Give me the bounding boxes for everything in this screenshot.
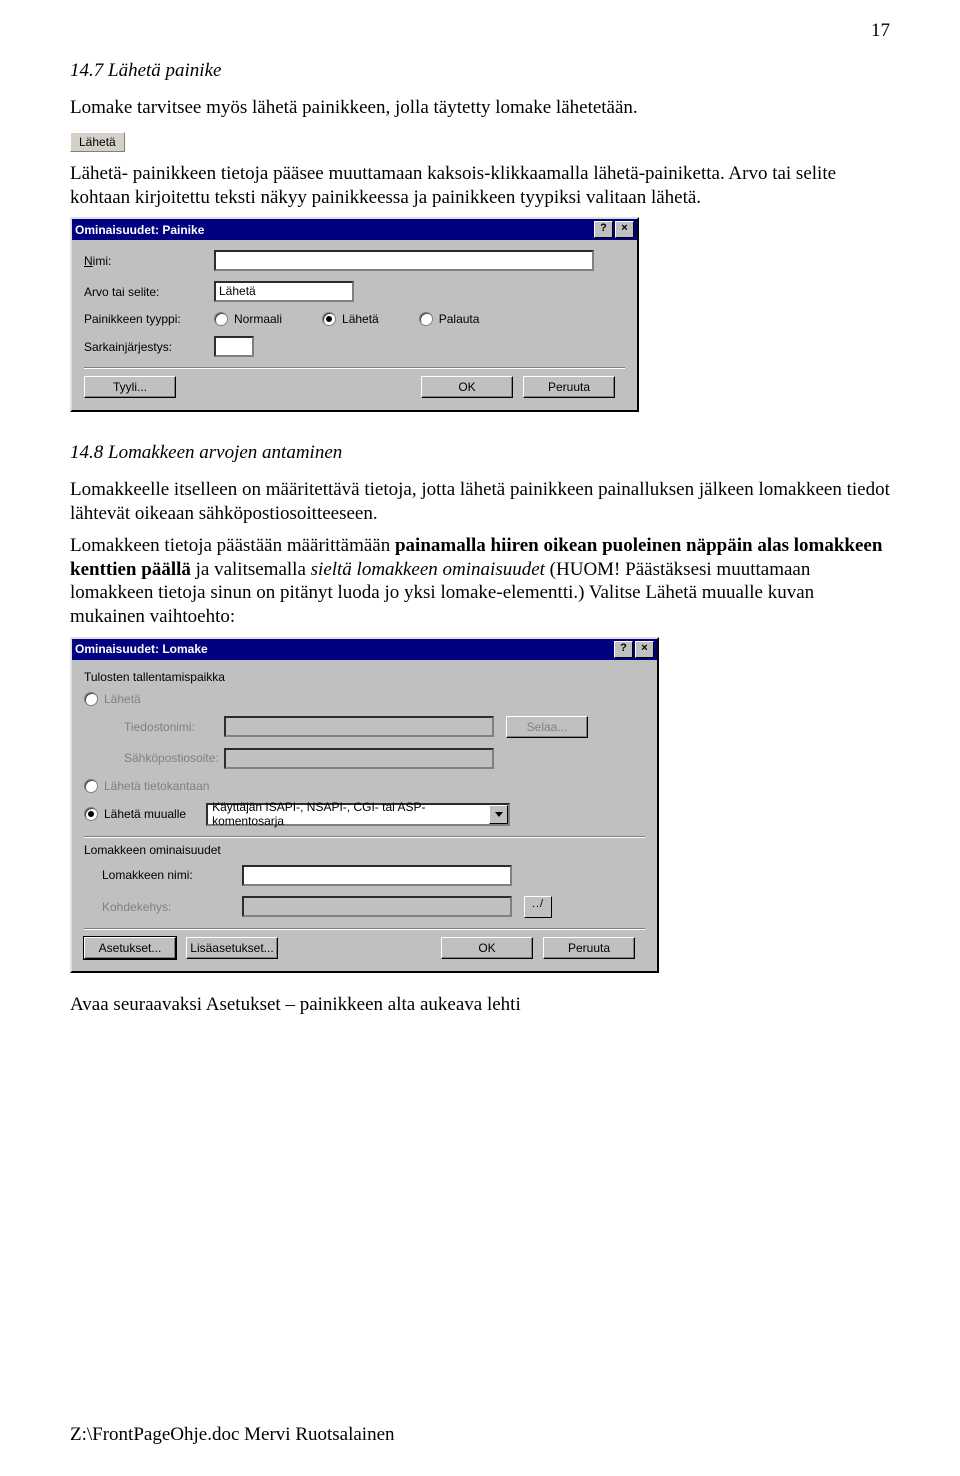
- advanced-button[interactable]: Lisäasetukset...: [186, 937, 278, 959]
- label-filename: Tiedostonimi:: [124, 720, 224, 734]
- dialog2-title: Ominaisuudet: Lomake: [75, 642, 208, 656]
- label-name: Nimi:: [84, 254, 214, 268]
- radio-send-elsewhere[interactable]: Lähetä muualle: [84, 807, 186, 821]
- filename-input: [224, 716, 494, 737]
- ok-button[interactable]: OK: [421, 376, 513, 398]
- help-icon[interactable]: ?: [594, 221, 613, 238]
- close-icon[interactable]: ×: [615, 221, 634, 238]
- page-number: 17: [871, 20, 890, 42]
- group-form-props: Lomakkeen ominaisuudet: [84, 843, 645, 857]
- radio-reset[interactable]: Palauta: [419, 312, 480, 326]
- group-save-location: Tulosten tallentamispaikka: [84, 670, 645, 684]
- target-input: [242, 896, 512, 917]
- paragraph-5: Avaa seuraavaksi Asetukset – painikkeen …: [70, 993, 890, 1017]
- value-input[interactable]: Lähetä: [214, 281, 354, 302]
- style-button[interactable]: Tyyli...: [84, 376, 176, 398]
- label-formname: Lomakkeen nimi:: [102, 868, 242, 882]
- dialog1-title: Ominaisuudet: Painike: [75, 223, 204, 237]
- cancel-button[interactable]: Peruuta: [523, 376, 615, 398]
- footer-text: Z:\FrontPageOhje.doc Mervi Ruotsalainen: [70, 1424, 395, 1446]
- ok-button[interactable]: OK: [441, 937, 533, 959]
- target-picker-button[interactable]: ../: [524, 896, 552, 918]
- label-value: Arvo tai selite:: [84, 285, 214, 299]
- label-email: Sähköpostiosoite:: [124, 751, 224, 765]
- radio-send[interactable]: Lähetä: [322, 312, 379, 326]
- cancel-button[interactable]: Peruuta: [543, 937, 635, 959]
- paragraph-1: Lomake tarvitsee myös lähetä painikkeen,…: [70, 96, 890, 120]
- paragraph-4: Lomakkeen tietoja päästään määrittämään …: [70, 534, 890, 629]
- email-input: [224, 748, 494, 769]
- handler-combo[interactable]: Käyttäjän ISAPI-, NSAPI-, CGI- tai ASP-k…: [206, 803, 510, 826]
- radio-database: Lähetä tietokantaan: [84, 779, 209, 793]
- formname-input[interactable]: [242, 865, 512, 886]
- help-icon[interactable]: ?: [614, 641, 633, 658]
- paragraph-3: Lomakkeelle itselleen on määritettävä ti…: [70, 478, 890, 526]
- dialog-form-properties: Ominaisuudet: Lomake ? × Tulosten tallen…: [70, 637, 659, 973]
- label-type: Painikkeen tyyppi:: [84, 312, 214, 326]
- dialog-button-properties: Ominaisuudet: Painike ? × Nimi: Arvo tai…: [70, 217, 639, 412]
- chevron-down-icon[interactable]: [489, 805, 508, 824]
- label-taborder: Sarkainjärjestys:: [84, 340, 214, 354]
- settings-button[interactable]: Asetukset...: [84, 937, 176, 959]
- close-icon[interactable]: ×: [635, 641, 654, 658]
- name-input[interactable]: [214, 250, 594, 271]
- send-button-sample: Lähetä: [70, 132, 125, 152]
- radio-normal[interactable]: Normaali: [214, 312, 282, 326]
- section-heading-1: 14.7 Lähetä painike: [70, 60, 890, 82]
- section-heading-2: 14.8 Lomakkeen arvojen antaminen: [70, 442, 890, 464]
- taborder-input[interactable]: [214, 336, 254, 357]
- browse-button: Selaa...: [506, 716, 588, 738]
- paragraph-2: Lähetä- painikkeen tietoja pääsee muutta…: [70, 162, 890, 210]
- label-target: Kohdekehys:: [102, 900, 242, 914]
- radio-send-option[interactable]: Lähetä: [84, 692, 141, 706]
